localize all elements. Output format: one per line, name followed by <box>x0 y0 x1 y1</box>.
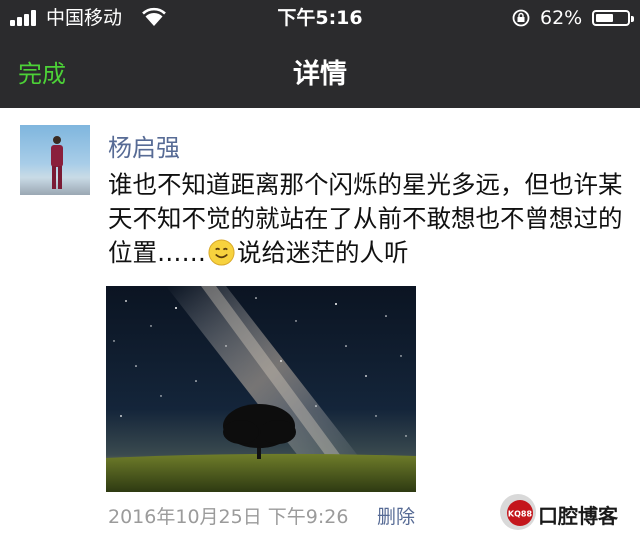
kq88-badge-label: KQ88 <box>508 510 533 519</box>
avatar[interactable] <box>20 125 90 195</box>
post-photo[interactable] <box>106 286 416 492</box>
battery-fill <box>596 14 614 22</box>
rotation-lock-icon <box>512 9 530 27</box>
status-bar: 中国移动 下午5:16 62% <box>0 0 640 36</box>
navigation-bar: 完成 详情 <box>0 36 640 108</box>
battery-icon <box>592 10 634 26</box>
top-bar: 中国移动 下午5:16 62% 完成 详情 <box>0 0 640 108</box>
watermark-logo: KQ88 口腔博客 <box>498 490 638 536</box>
post-text-tail: 说给迷茫的人听 <box>237 238 409 267</box>
post-text: 谁也不知道距离那个闪烁的星光多远，但也许某天不知不觉的就站在了从前不敢想也不曾想… <box>108 168 628 270</box>
delete-link[interactable]: 删除 <box>377 502 415 529</box>
kq88-badge-icon: KQ88 <box>500 494 536 530</box>
battery-percent: 62% <box>540 7 583 29</box>
page-title: 详情 <box>293 59 347 90</box>
author-name[interactable]: 杨启强 <box>108 128 180 163</box>
watermark-text: 口腔博客 <box>538 504 618 528</box>
post-timestamp: 2016年10月25日 下午9:26 <box>108 506 349 528</box>
smile-emoji-icon <box>208 239 235 266</box>
